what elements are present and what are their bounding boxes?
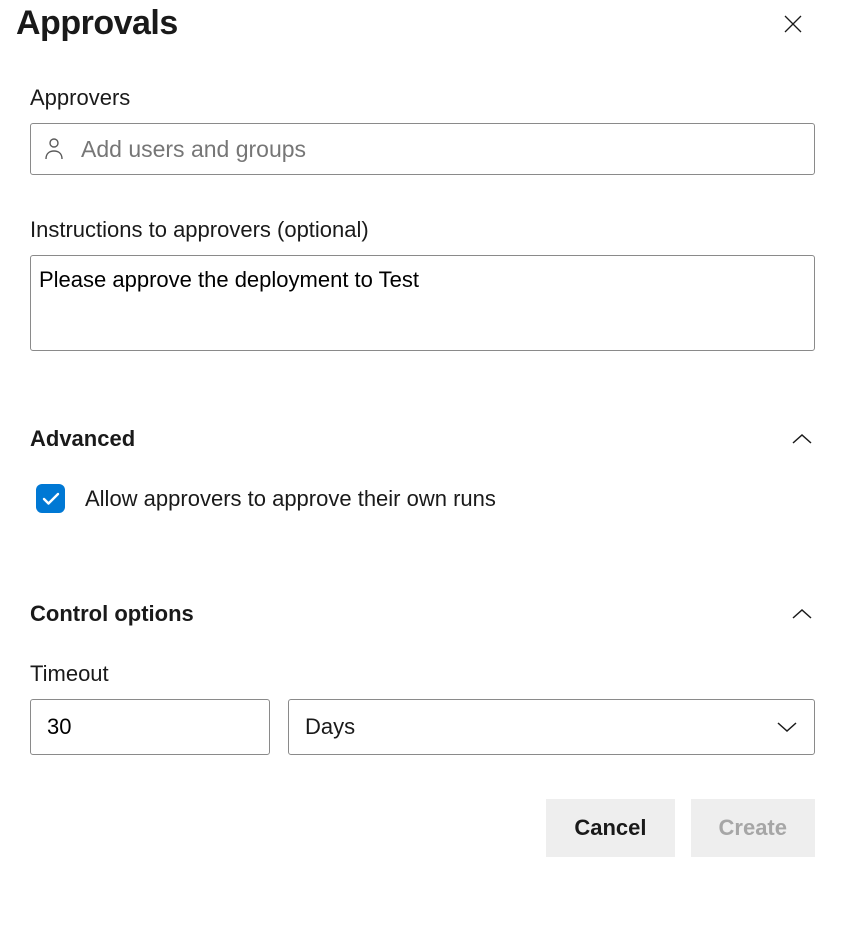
close-button[interactable] xyxy=(777,8,809,40)
person-icon xyxy=(43,137,65,161)
timeout-value-input[interactable] xyxy=(30,699,270,755)
close-icon xyxy=(783,14,803,34)
instructions-label: Instructions to approvers (optional) xyxy=(30,217,815,243)
advanced-section-toggle[interactable]: Advanced xyxy=(30,426,815,452)
chevron-down-icon xyxy=(776,720,798,734)
allow-own-runs-checkbox[interactable] xyxy=(36,484,65,513)
approvers-input-wrap[interactable] xyxy=(30,123,815,175)
check-icon xyxy=(42,492,60,506)
page-title: Approvals xyxy=(16,4,178,43)
chevron-up-icon xyxy=(791,607,815,621)
advanced-title: Advanced xyxy=(30,426,135,452)
control-options-title: Control options xyxy=(30,601,194,627)
chevron-up-icon xyxy=(791,432,815,446)
timeout-unit-select[interactable]: Days xyxy=(288,699,815,755)
timeout-unit-value: Days xyxy=(305,714,355,740)
timeout-label: Timeout xyxy=(30,661,815,687)
cancel-button[interactable]: Cancel xyxy=(546,799,674,857)
allow-own-runs-label: Allow approvers to approve their own run… xyxy=(85,486,496,512)
create-button[interactable]: Create xyxy=(691,799,815,857)
approvers-input[interactable] xyxy=(79,135,802,164)
instructions-textarea[interactable] xyxy=(30,255,815,351)
approvers-label: Approvers xyxy=(30,85,815,111)
control-options-section-toggle[interactable]: Control options xyxy=(30,601,815,627)
